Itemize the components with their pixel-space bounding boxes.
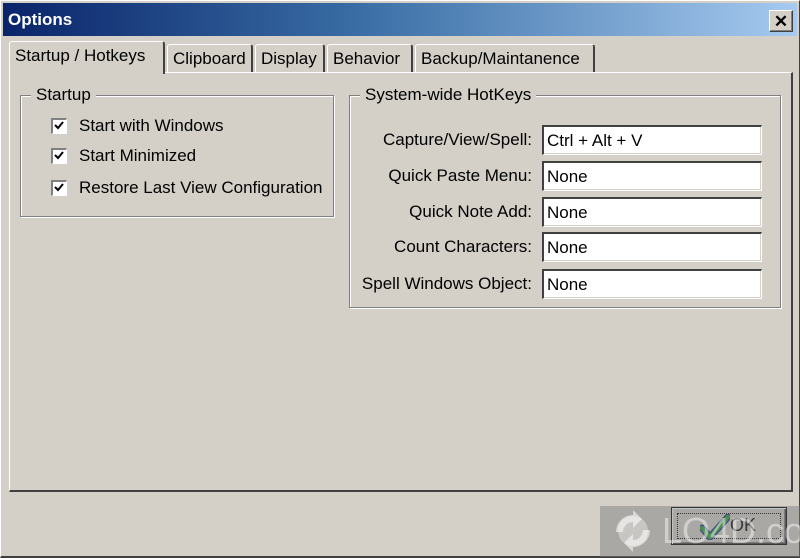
hotkeys-group-title: System-wide HotKeys bbox=[360, 85, 537, 105]
hotkey-row-count-characters: Count Characters: bbox=[350, 232, 780, 262]
tab-startup-hotkeys[interactable]: Startup / Hotkeys bbox=[9, 41, 165, 74]
tab-label: Startup / Hotkeys bbox=[15, 46, 146, 65]
tab-label: Display bbox=[261, 49, 317, 68]
hotkey-row-quick-paste: Quick Paste Menu: bbox=[350, 161, 780, 191]
checkbox-label: Restore Last View Configuration bbox=[79, 178, 323, 197]
tab-label: Clipboard bbox=[173, 49, 246, 68]
tab-clipboard[interactable]: Clipboard bbox=[167, 44, 253, 72]
hotkey-row-capture: Capture/View/Spell: bbox=[350, 125, 780, 155]
hotkey-label: Quick Paste Menu: bbox=[388, 166, 532, 185]
checkbox[interactable] bbox=[51, 118, 67, 134]
green-check-icon bbox=[700, 514, 730, 540]
hotkey-row-spell-windows-object: Spell Windows Object: bbox=[350, 269, 780, 299]
tab-backup-maintenance[interactable]: Backup/Maintanence bbox=[415, 44, 595, 72]
ok-button-label: OK bbox=[730, 515, 757, 535]
startup-group: Startup Start with Windows Start Minimiz… bbox=[20, 85, 334, 217]
checkbox[interactable] bbox=[51, 180, 67, 196]
checkmark-icon bbox=[54, 151, 64, 160]
tab-label: Behavior bbox=[333, 49, 401, 68]
quick-paste-menu-hotkey-input[interactable] bbox=[542, 161, 762, 191]
checkbox[interactable] bbox=[51, 148, 67, 164]
capture-view-spell-hotkey-input[interactable] bbox=[542, 125, 762, 155]
tab-panel: Startup Start with Windows Start Minimiz… bbox=[9, 72, 793, 492]
options-dialog: Options ✕ Startup / Hotkeys Clipboard Di… bbox=[0, 0, 800, 558]
checkmark-icon bbox=[54, 183, 64, 192]
restore-last-view-checkbox[interactable]: Restore Last View Configuration bbox=[51, 177, 323, 199]
checkbox-label: Start Minimized bbox=[79, 146, 197, 165]
tab-behavior[interactable]: Behavior bbox=[327, 44, 413, 72]
count-characters-hotkey-input[interactable] bbox=[542, 232, 762, 262]
hotkey-label: Quick Note Add: bbox=[409, 202, 532, 221]
hotkey-label: Capture/View/Spell: bbox=[383, 130, 532, 149]
hotkey-label: Spell Windows Object: bbox=[361, 274, 532, 293]
close-button[interactable]: ✕ bbox=[769, 10, 793, 32]
quick-note-add-hotkey-input[interactable] bbox=[542, 197, 762, 227]
hotkey-row-quick-note: Quick Note Add: bbox=[350, 197, 780, 227]
checkbox-label: Start with Windows bbox=[79, 116, 224, 135]
hotkeys-group: System-wide HotKeys Capture/View/Spell: … bbox=[349, 85, 781, 308]
checkmark-icon bbox=[54, 121, 64, 130]
tab-label: Backup/Maintanence bbox=[421, 49, 580, 68]
start-minimized-checkbox[interactable]: Start Minimized bbox=[51, 145, 196, 167]
close-icon: ✕ bbox=[773, 11, 789, 31]
tab-display[interactable]: Display bbox=[255, 44, 325, 72]
ok-button[interactable]: OK bbox=[671, 507, 787, 545]
window-title: Options bbox=[8, 10, 73, 29]
spell-windows-object-hotkey-input[interactable] bbox=[542, 269, 762, 299]
start-with-windows-checkbox[interactable]: Start with Windows bbox=[51, 115, 224, 137]
startup-group-title: Startup bbox=[31, 85, 96, 105]
hotkey-label: Count Characters: bbox=[394, 237, 532, 256]
title-bar[interactable]: Options ✕ bbox=[3, 3, 797, 36]
